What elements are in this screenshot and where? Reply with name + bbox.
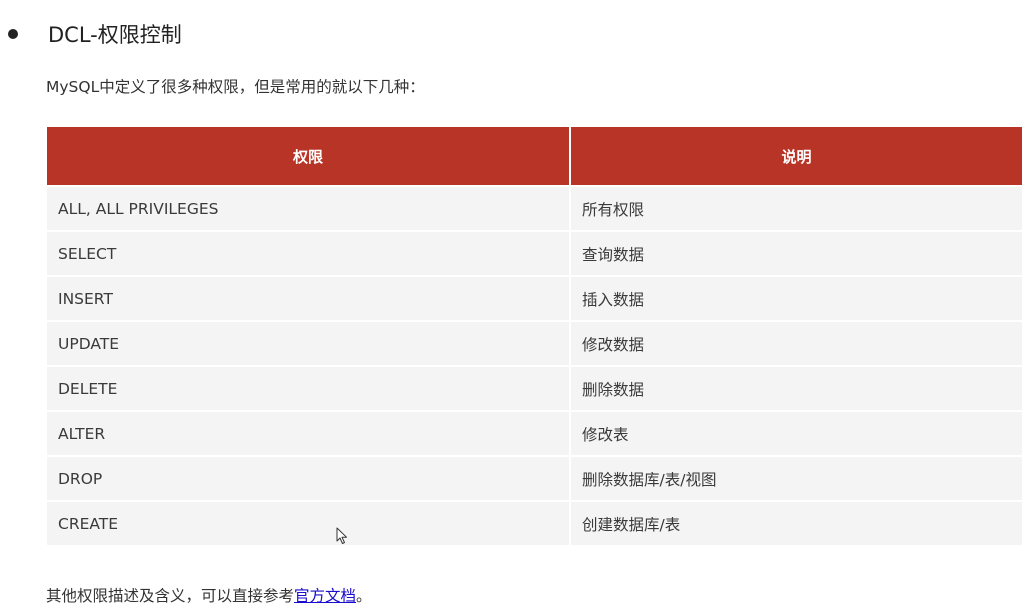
description-cell: 所有权限 (571, 185, 1022, 232)
column-header-privilege: 权限 (47, 127, 571, 185)
privilege-cell: SELECT (47, 232, 571, 277)
official-docs-link[interactable]: 官方文档 (294, 587, 356, 605)
table-row: ALL, ALL PRIVILEGES 所有权限 (47, 185, 1022, 232)
table-row: UPDATE 修改数据 (47, 322, 1022, 367)
column-header-description: 说明 (571, 127, 1022, 185)
privilege-cell: ALTER (47, 412, 571, 457)
description-cell: 查询数据 (571, 232, 1022, 277)
privileges-table: 权限 说明 ALL, ALL PRIVILEGES 所有权限 SELECT 查询… (47, 127, 1022, 547)
privilege-cell: DROP (47, 457, 571, 502)
footer-period: 。 (356, 587, 372, 605)
table-row: CREATE 创建数据库/表 (47, 502, 1022, 547)
table-row: DROP 删除数据库/表/视图 (47, 457, 1022, 502)
description-cell: 修改表 (571, 412, 1022, 457)
description-cell: 插入数据 (571, 277, 1022, 322)
footer-text: 其他权限描述及含义，可以直接参考 (46, 587, 295, 605)
table-row: DELETE 删除数据 (47, 367, 1022, 412)
table-header-row: 权限 说明 (47, 127, 1022, 185)
privilege-cell: INSERT (47, 277, 571, 322)
privilege-cell: CREATE (47, 502, 571, 547)
description-cell: 删除数据 (571, 367, 1022, 412)
privilege-cell: UPDATE (47, 322, 571, 367)
table-row: ALTER 修改表 (47, 412, 1022, 457)
privilege-cell: ALL, ALL PRIVILEGES (47, 185, 571, 232)
description-cell: 删除数据库/表/视图 (571, 457, 1022, 502)
table-row: SELECT 查询数据 (47, 232, 1022, 277)
description-cell: 修改数据 (571, 322, 1022, 367)
mouse-pointer-icon (336, 527, 347, 544)
description-cell: 创建数据库/表 (571, 502, 1022, 547)
intro-paragraph: MySQL中定义了很多种权限，但是常用的就以下几种： (46, 78, 425, 96)
table-row: INSERT 插入数据 (47, 277, 1022, 322)
privilege-cell: DELETE (47, 367, 571, 412)
section-heading: DCL-权限控制 (48, 23, 182, 47)
footer-note: 其他权限描述及含义，可以直接参考官方文档。 (46, 584, 372, 606)
bullet-dot-icon (8, 29, 18, 39)
